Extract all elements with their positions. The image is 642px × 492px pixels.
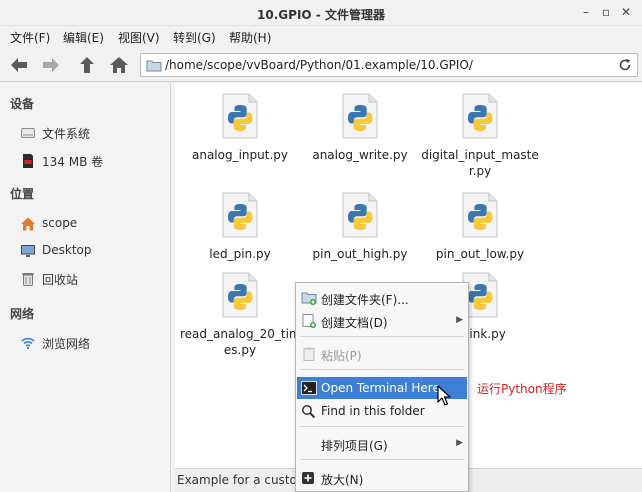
sidebar-item-label: 回收站 — [42, 273, 79, 287]
maximize-icon[interactable]: ▫ — [598, 4, 614, 20]
python-file-icon — [462, 192, 498, 238]
submenu-arrow-icon: ▶ — [456, 315, 463, 325]
python-file-icon — [462, 93, 498, 139]
sidebar-item-label: Desktop — [42, 243, 92, 257]
terminal-icon — [301, 381, 317, 398]
search-icon — [301, 404, 317, 421]
file-name: analog_write.py — [312, 148, 408, 162]
zoom-in-icon — [301, 471, 317, 488]
menu-item-label: Open Terminal Here — [321, 381, 440, 395]
new-document-icon — [301, 314, 317, 331]
sidebar-item-label: 文件系统 — [42, 127, 91, 141]
python-file-icon — [222, 192, 258, 238]
menu-item-arrange-items[interactable]: 排列项目(G) ▶ — [297, 433, 467, 455]
menu-view[interactable]: 视图(V) — [118, 29, 160, 46]
menu-edit[interactable]: 编辑(E) — [63, 29, 104, 46]
sidebar: 设备 文件系统 134 MB 卷 位置 scope Desktop 回收站 网络 — [0, 83, 171, 492]
back-arrow-icon[interactable] — [8, 54, 32, 76]
harddisk-icon — [20, 125, 36, 144]
home-icon — [20, 216, 36, 235]
sidebar-heading-network: 网络 — [10, 307, 35, 321]
toolbar: /home/scope/vvBoard/Python/01.example/10… — [0, 48, 642, 82]
sidebar-item-filesystem[interactable]: 文件系统 — [20, 123, 165, 143]
sidebar-heading-devices: 设备 — [10, 97, 35, 111]
mouse-pointer-icon — [437, 385, 451, 410]
sidebar-item-volume[interactable]: 134 MB 卷 — [20, 151, 165, 171]
menu-go[interactable]: 转到(G) — [173, 29, 216, 46]
menu-item-paste[interactable]: 粘贴(P) — [297, 343, 467, 365]
menu-separator — [300, 426, 464, 427]
file-name-line: r.py — [468, 164, 492, 178]
python-file-icon — [222, 93, 258, 139]
path-text: /home/scope/vvBoard/Python/01.example/10… — [165, 58, 473, 72]
menu-item-create-folder[interactable]: 创建文件夹(F)... — [297, 287, 467, 309]
sidebar-heading-places: 位置 — [10, 187, 35, 201]
python-file-icon — [342, 192, 378, 238]
python-file-icon — [342, 93, 378, 139]
sidebar-item-label: 浏览网络 — [42, 337, 91, 351]
file-item[interactable]: pin_out_high.py — [300, 192, 420, 262]
desktop-icon — [20, 243, 36, 262]
menu-separator — [300, 459, 464, 460]
status-text: Example for a custom — [177, 473, 309, 487]
window-title: 10.GPIO - 文件管理器 — [257, 8, 385, 22]
file-name: read_analog_20_tim es.py — [180, 326, 301, 358]
menu-help[interactable]: 帮助(H) — [229, 29, 271, 46]
sidebar-item-label: 134 MB 卷 — [42, 155, 104, 169]
menu-item-label: 创建文件夹(F)... — [321, 293, 409, 307]
sidebar-item-browse-network[interactable]: 浏览网络 — [20, 333, 165, 353]
file-name: analog_input.py — [191, 148, 288, 162]
file-item[interactable]: read_analog_20_tim es.py — [180, 272, 301, 358]
file-name: pin_out_low.py — [435, 247, 525, 261]
file-name: digital_input_maste r.py — [420, 147, 540, 179]
menu-separator — [300, 369, 464, 370]
menu-file[interactable]: 文件(F) — [10, 29, 50, 46]
trash-icon — [20, 271, 36, 290]
file-name: led_pin.py — [209, 247, 271, 261]
file-item[interactable]: digital_input_maste r.py — [420, 93, 540, 179]
python-file-icon — [222, 272, 258, 318]
file-name-line: read_analog_20_tim — [180, 327, 301, 341]
sidebar-item-trash[interactable]: 回收站 — [20, 269, 165, 289]
menu-separator — [300, 336, 464, 337]
file-item[interactable]: pin_out_low.py — [420, 192, 540, 262]
close-icon[interactable]: ✕ — [618, 4, 634, 20]
address-bar[interactable]: /home/scope/vvBoard/Python/01.example/10… — [140, 53, 638, 77]
sidebar-item-scope[interactable]: scope — [20, 214, 165, 234]
minimize-icon[interactable]: – — [578, 4, 594, 20]
sidebar-item-desktop[interactable]: Desktop — [20, 241, 165, 261]
file-item[interactable]: analog_input.py — [180, 93, 300, 163]
menu-item-label: Find in this folder — [321, 404, 425, 418]
new-folder-icon — [301, 291, 317, 308]
menu-item-label: 放大(N) — [321, 473, 364, 487]
up-arrow-icon[interactable] — [76, 54, 100, 76]
menu-item-create-document[interactable]: 创建文档(D) ▶ — [297, 310, 467, 332]
reload-icon[interactable] — [617, 57, 633, 76]
file-name: pin_out_high.py — [312, 247, 408, 261]
folder-icon — [146, 59, 162, 75]
menu-item-zoom-in[interactable]: 放大(N) — [297, 467, 467, 489]
forward-arrow-icon[interactable] — [40, 54, 64, 76]
menu-item-label: 排列项目(G) — [321, 439, 388, 453]
menu-item-label: 粘贴(P) — [321, 349, 362, 363]
file-name-line: es.py — [223, 343, 257, 357]
sidebar-item-label: scope — [42, 216, 78, 230]
submenu-arrow-icon: ▶ — [456, 438, 463, 448]
file-item[interactable]: led_pin.py — [180, 192, 300, 262]
menu-bar: 文件(F) 编辑(E) 视图(V) 转到(G) 帮助(H) — [0, 26, 642, 48]
file-item[interactable]: analog_write.py — [300, 93, 420, 163]
paste-icon — [301, 347, 317, 364]
menu-item-label: 创建文档(D) — [321, 316, 388, 330]
home-icon[interactable] — [108, 54, 132, 76]
file-name-line: digital_input_maste — [421, 148, 539, 162]
annotation-label: 运行Python程序 — [477, 382, 567, 396]
sdcard-icon — [20, 153, 36, 172]
wifi-icon — [20, 335, 36, 354]
title-bar: 10.GPIO - 文件管理器 – ▫ ✕ — [0, 0, 642, 26]
